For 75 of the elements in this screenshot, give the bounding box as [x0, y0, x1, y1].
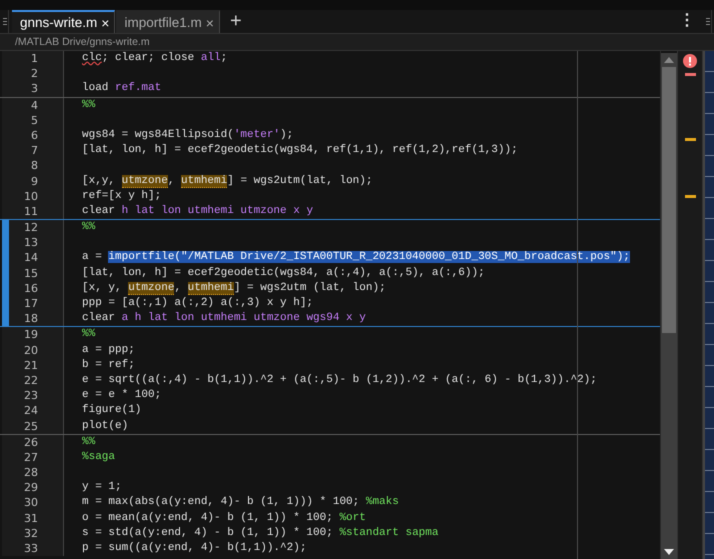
line-number: 1 [30, 51, 39, 66]
drag-handle-icon[interactable] [705, 10, 712, 33]
line-number: 31 [23, 510, 39, 526]
code-line: e = sqrt((a(:,4) - b(1,1)).^2 + (a(:,5)- b (1,2)).^2 + (a(:, 6) - b(1,3)).^2); [82, 374, 597, 386]
line-number: 24 [23, 403, 39, 418]
more-menu-button[interactable]: ⋮ [671, 10, 703, 33]
drag-handle-icon[interactable] [2, 10, 9, 33]
line-number: 17 [23, 296, 39, 312]
line-number: 15 [23, 266, 39, 281]
code-line: [x, y, utmzone, utmhemi] = wgs2utm (lat, lon); [82, 282, 386, 295]
code-line: %% [82, 436, 96, 448]
line-number: 18 [23, 311, 39, 326]
line-number: 23 [23, 388, 39, 404]
code-line: ppp = [a(:,1) a(:,2) a(:,3) x y h]; [82, 297, 314, 309]
line-number: 25 [23, 418, 39, 434]
code-line: ref=[x y h]; [82, 190, 162, 202]
line-number: 30 [23, 495, 39, 511]
close-icon[interactable]: × [206, 14, 214, 30]
line-number: 3 [30, 81, 39, 97]
editor-tab[interactable]: gnns-write.m × [12, 10, 116, 33]
line-number: 11 [23, 204, 39, 220]
file-path: /MATLAB Drive/gnns-write.m [15, 36, 150, 48]
line-number: 13 [23, 235, 39, 250]
line-number: 16 [23, 280, 39, 296]
close-icon[interactable]: × [101, 14, 110, 30]
line-number: 27 [23, 450, 39, 466]
code-line: clear h lat lon utmhemi utmzone x y [82, 204, 314, 217]
error-marker[interactable] [684, 73, 696, 76]
code-line: clear a h lat lon utmhemi utmzone wgs94 x y [82, 312, 366, 324]
line-number: 9 [30, 174, 39, 189]
code-line: [lat, lon, h] = ecef2geodetic(wgs84, ref(1,1), ref(1,2),ref(1,3)); [82, 144, 518, 156]
line-number: 14 [23, 250, 39, 266]
code-line: b = ref; [82, 358, 135, 371]
editor-tab[interactable]: importfile1.m × [116, 10, 220, 33]
line-number: 33 [23, 541, 39, 556]
line-number: 29 [23, 480, 39, 496]
code-line: %% [82, 98, 96, 111]
line-number: 21 [23, 358, 39, 373]
code-line: m = max(abs(a(y:end, 4)- b (1, 1))) * 100; %maks [82, 496, 399, 508]
code-line: %% [82, 328, 96, 340]
code-line: o = mean(a(y:end, 4)- b (1, 1)) * 100; %ort [82, 512, 366, 524]
line-number: 8 [30, 158, 39, 174]
line-number: 20 [23, 342, 39, 358]
line-number: 4 [30, 98, 39, 113]
error-icon[interactable] [683, 54, 697, 68]
scrollbar[interactable] [661, 53, 677, 559]
warning-marker[interactable] [684, 195, 696, 198]
code-line: %% [82, 221, 96, 234]
code-line: a = importfile("/MATLAB Drive/2_ISTA00TUR_R_20231040000_01D_30S_MO_broadcast.pos"); [82, 251, 630, 264]
line-number: 10 [23, 188, 39, 204]
line-number: 12 [23, 220, 39, 236]
code-line: [lat, lon, h] = ecef2geodetic(wgs84, a(:,4), a(:,5), a(:,6)); [82, 266, 485, 279]
line-number: 22 [23, 372, 39, 388]
code-line: [x,y, utmzone, utmhemi] = wgs2utm(lat, lon); [82, 174, 372, 188]
line-number: 19 [23, 327, 39, 343]
warning-marker[interactable] [684, 138, 696, 141]
code-line: s = std(a(y:end, 4) - b (1, 1)) * 100; %standart sapma [82, 526, 438, 539]
code-line: e = e * 100; [82, 389, 162, 402]
code-line: y = 1; [82, 481, 122, 494]
code-line: a = ppp; [82, 344, 135, 356]
code-line: plot(e) [82, 420, 128, 432]
line-number: 7 [30, 143, 39, 158]
line-number: 5 [30, 112, 39, 128]
line-number: 26 [23, 434, 39, 450]
code-line: wgs84 = wgs84Ellipsoid('meter'); [82, 128, 294, 141]
code-line: %saga [82, 450, 116, 463]
line-number: 28 [23, 465, 39, 480]
code-line: load ref.mat [82, 82, 162, 94]
line-number: 6 [30, 128, 39, 144]
code-line: figure(1) [82, 404, 142, 416]
code-line: clc; clear; close all; [82, 52, 228, 64]
line-number: 32 [23, 526, 39, 541]
new-tab-button[interactable]: + [220, 10, 252, 33]
code-line: p = sum((a(y:end, 4)- b(1,1)).^2); [82, 542, 306, 554]
line-number: 2 [30, 66, 39, 82]
